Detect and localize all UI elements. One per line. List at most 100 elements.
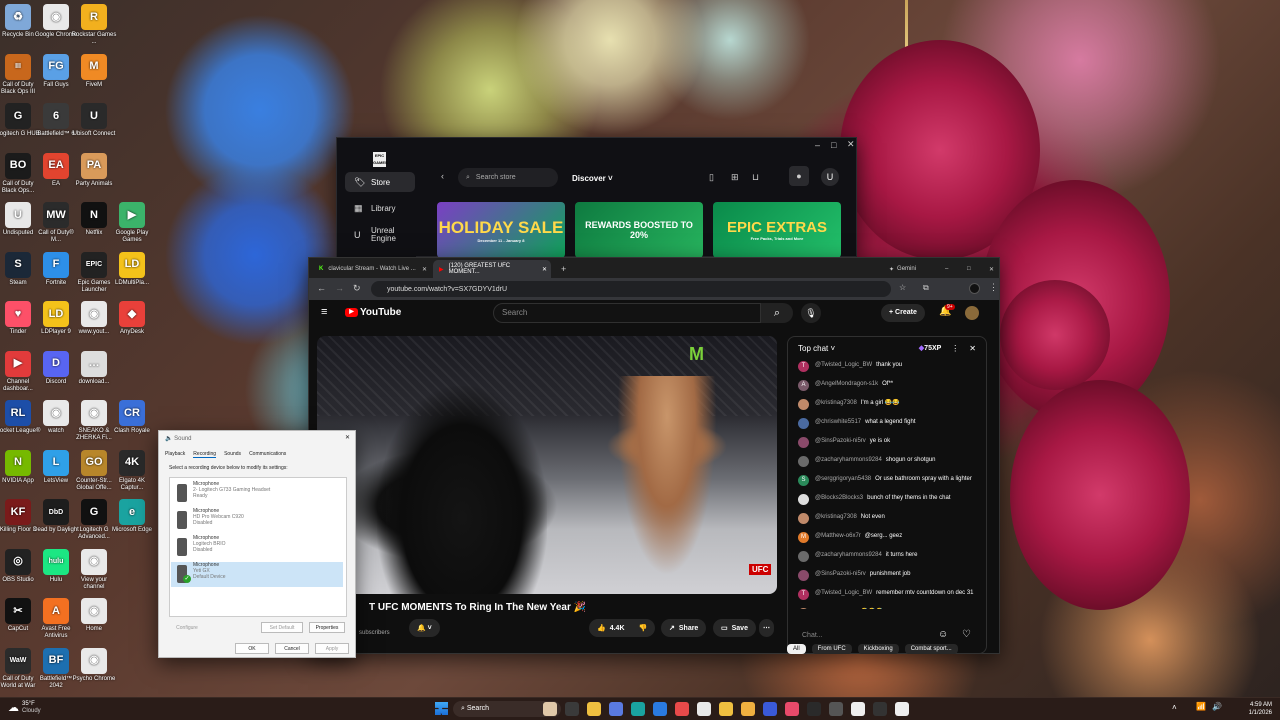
edge-icon[interactable] [631,702,645,716]
chat-username[interactable]: @Blocks2Blocks3 [815,495,863,501]
tab-youtube[interactable]: ▶ (120) GREATEST UFC MOMENT... ✕ [433,260,551,278]
chat-username[interactable]: @zacharyhammons9284 [815,552,882,558]
reload-icon[interactable]: ↻ [353,283,361,294]
settings-icon[interactable] [829,702,843,716]
chat-input[interactable]: Chat... [796,627,936,645]
tab-playback[interactable]: Playback [165,451,185,458]
wifi-icon[interactable]: 📶 [1196,702,1206,711]
chat-username[interactable]: @serggrigoryan5438 [815,476,871,482]
chat-message[interactable]: @zacharyhammons9284 shogun or shotgun [788,456,986,467]
notes-icon[interactable] [741,702,755,716]
desktop-icon[interactable]: U Ubisoft Connect [71,103,117,138]
holiday-sale-tile[interactable]: HOLIDAY SALE December 11 - January 8 [437,202,565,258]
set-default-button[interactable]: Set Default [261,622,303,633]
youtube-logo[interactable]: ▶ YouTube [345,307,401,318]
apply-button[interactable]: Apply [315,643,349,654]
close-tab-icon[interactable]: ✕ [422,266,427,273]
app-icon[interactable] [895,702,909,716]
chrome-icon[interactable] [697,702,711,716]
chat-username[interactable]: @SinsPazoki-ni5rv [815,571,866,577]
emoji-icon[interactable]: ☺ [938,629,948,640]
opera-icon[interactable] [675,702,689,716]
back-arrow-icon[interactable]: ‹ [441,171,444,181]
tab-sounds[interactable]: Sounds [224,451,241,458]
chip[interactable]: From UFC [811,644,852,654]
chat-message[interactable]: @kristinag7308 I'm a girl 😂😂 [788,399,986,410]
chip[interactable]: All [787,644,806,654]
desktop-icon[interactable]: PA Party Animals [71,152,117,188]
epic-extras-tile[interactable]: EPIC EXTRAS Free Packs, Trials and More [713,202,841,258]
chip[interactable]: Combat sport... [904,644,958,654]
chat-username[interactable]: @kristinag7308 [815,514,857,520]
volume-icon[interactable]: 🔊 [1212,702,1222,711]
recording-device[interactable]: Microphone 2- Logitech G733 Gaming Headse… [171,481,343,506]
cart-icon[interactable]: ⊔ [752,172,759,183]
more-actions-button[interactable]: ⋯ [759,619,774,637]
ok-button[interactable]: OK [235,643,269,654]
dislike-icon[interactable]: 👎 [639,624,648,632]
maximize-button[interactable]: □ [831,140,836,150]
share-button[interactable]: ↗ Share [661,619,707,637]
menu-dots-icon[interactable]: ⋮ [989,282,998,293]
recording-device[interactable]: Microphone Yeti GX Default Device ✓ [171,562,343,587]
like-button[interactable]: 👍 4.4K 👎 [589,619,656,637]
epic-nav-unreal[interactable]: U Unreal Engine [345,224,415,246]
url-field[interactable]: youtube.com/watch?v=SX7GDYV1drU [371,281,891,297]
gift-icon[interactable]: ⊞ [731,172,739,183]
create-button[interactable]: + Create [881,304,925,322]
desktop-icon[interactable]: ◉ Psycho Chrome [71,647,117,683]
recording-device[interactable]: Microphone Logitech BRIO Disabled [171,535,343,560]
desktop-icon[interactable]: ◉ View your channel [71,548,117,591]
forward-icon[interactable]: → [335,283,344,293]
tray-chevron-icon[interactable]: ˄ [1172,703,1177,712]
chat-message[interactable]: @kristinag7308🤣🤣🤣 [788,608,986,609]
desktop-icon[interactable]: ◉ Home [71,598,117,633]
chat-menu-icon[interactable]: ⋮ [951,344,959,353]
friends-icon[interactable]: ● [789,166,809,186]
chat-username[interactable]: @Twisted_Logic_BW [815,590,872,596]
chat-username[interactable]: @AngelMondragon-s1k [815,381,878,387]
cancel-button[interactable]: Cancel [275,643,309,654]
configure-button[interactable]: Configure [171,622,203,633]
chat-message[interactable]: S @serggrigoryan5438 Or use bathroom spray… [788,475,986,486]
desktop-icon[interactable]: CR Clash Royale [109,400,155,435]
widgets-icon[interactable] [565,702,579,716]
epic-nav-library[interactable]: ▦ Library [345,198,415,218]
desktop-icon[interactable]: 4K Elgato 4K Captur... [109,449,155,492]
notification-bell-button[interactable]: 🔔 ˅ [409,619,440,637]
maximize-button[interactable]: □ [961,260,975,278]
task-view-icon[interactable] [543,702,557,716]
chat-message[interactable]: @kristinag7308 Not even [788,513,986,524]
desktop-icon[interactable]: ◆ AnyDesk [109,301,155,336]
chat-message[interactable]: @SinsPazoki-ni5rv punishment job [788,570,986,581]
close-tab-icon[interactable]: ✕ [542,266,547,273]
desktop-icon[interactable]: ▶ Google Play Games [109,202,155,244]
profile-avatar[interactable] [969,283,980,294]
back-icon[interactable]: ← [317,283,326,293]
game-icon[interactable] [851,702,865,716]
top-chat-dropdown[interactable]: Top chat ˅ [798,344,835,353]
clock[interactable]: 4:59 AM 1/1/2026 [1242,701,1272,717]
minimize-button[interactable]: – [939,260,953,278]
teams-icon[interactable] [609,702,623,716]
desktop-icon[interactable]: e Microsoft Edge [109,499,155,534]
chat-username[interactable]: @chriswhite5517 [815,419,861,425]
discover-dropdown[interactable]: Discover ˅ [572,174,613,183]
chat-message[interactable]: @Blocks2Blocks3 bunch of they thems in th… [788,494,986,505]
tab-recording[interactable]: Recording [193,451,217,458]
bookmark-star-icon[interactable]: ☆ [899,283,906,292]
close-chat-icon[interactable]: ✕ [969,344,976,353]
save-button[interactable]: ▭ Save [713,619,756,637]
epic-nav-store[interactable]: 🏷 Store [345,172,415,192]
store-icon[interactable] [653,702,667,716]
microphone-icon[interactable]: 🎙 [801,303,821,323]
chat-message[interactable]: T @Twisted_Logic_BW thank you [788,361,986,372]
file-explorer-icon[interactable] [587,702,601,716]
chat-message[interactable]: T @Twisted_Logic_BW remember mtv countdown… [788,589,986,600]
recording-device[interactable]: Microphone HD Pro Webcam C920 Disabled [171,508,343,533]
desktop-icon[interactable]: M FiveM [71,53,117,89]
tab-stream[interactable]: Kclavicular Stream - Watch Live ... ✕ [313,260,431,278]
heart-icon[interactable]: ♡ [962,629,971,640]
desktop-icon[interactable]: … download... [71,350,117,386]
search-button[interactable]: ⌕ [761,303,793,323]
